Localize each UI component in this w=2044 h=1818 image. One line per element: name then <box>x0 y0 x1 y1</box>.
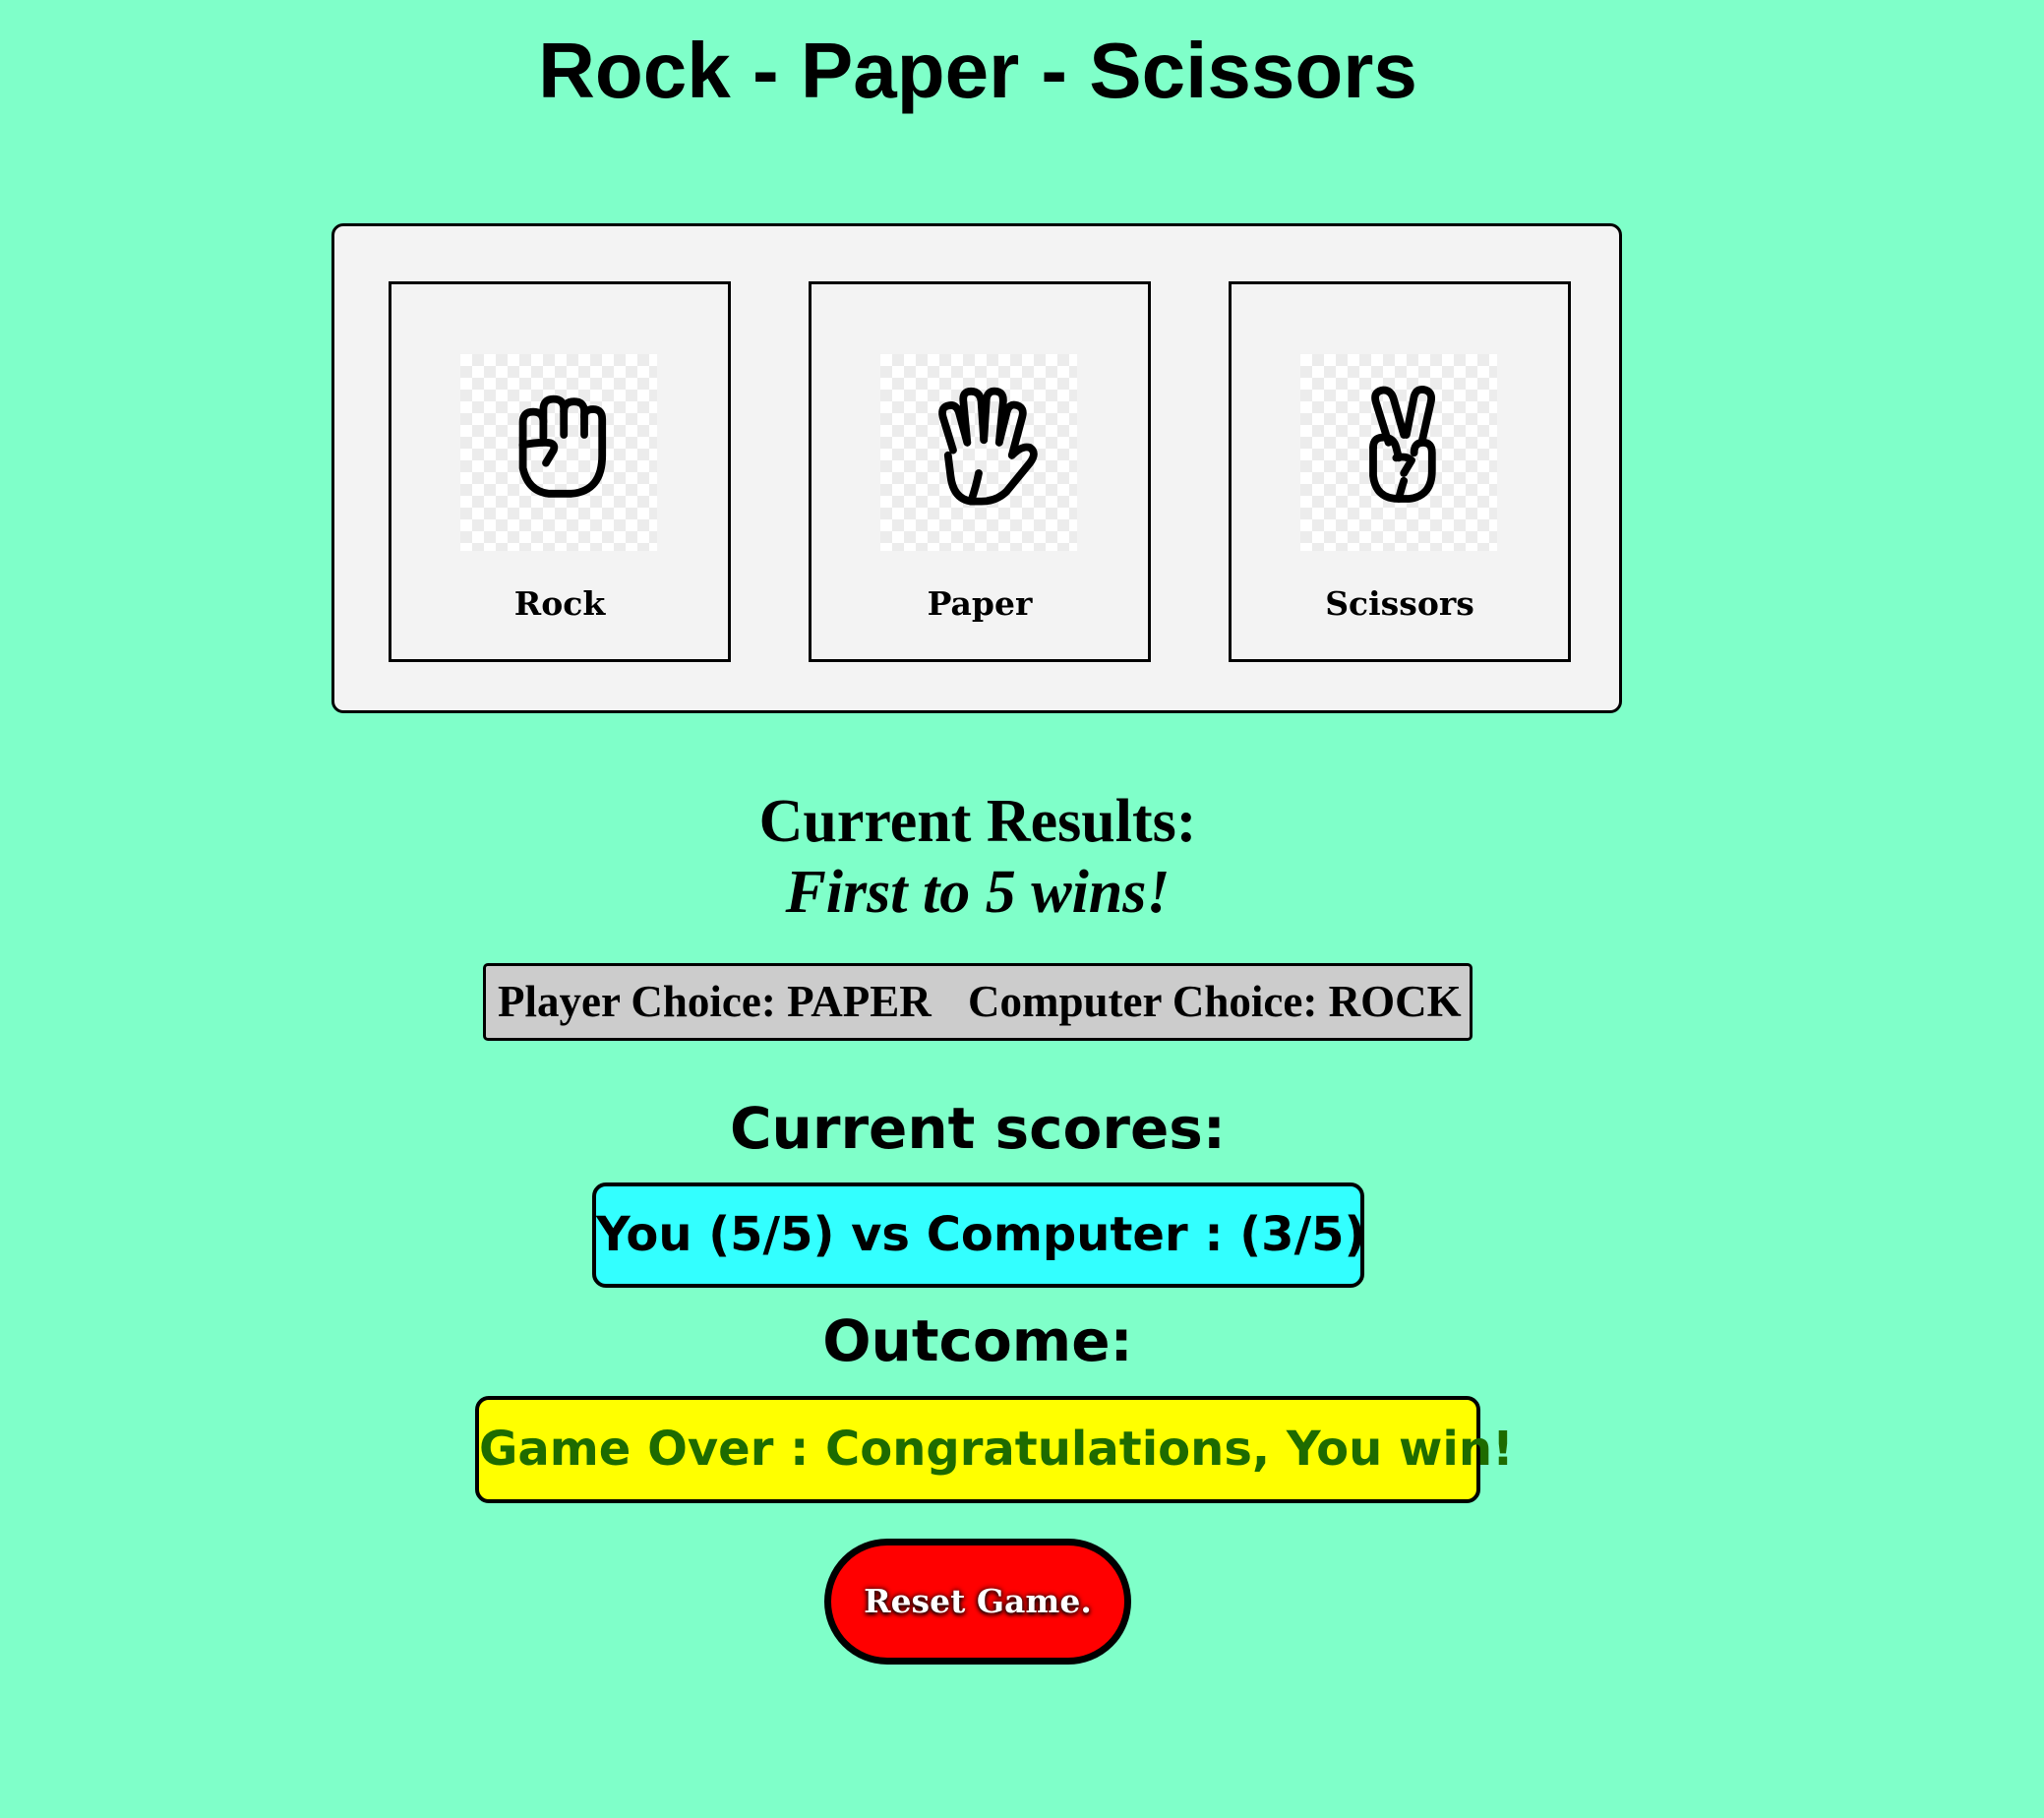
reset-game-button[interactable]: Reset Game. <box>824 1539 1131 1665</box>
rock-image <box>460 354 657 551</box>
rock-choice-button[interactable]: Rock <box>389 281 731 662</box>
outcome-heading: Outcome: <box>822 1307 1133 1374</box>
choices-display: Player Choice: PAPER Computer Choice: RO… <box>483 963 1473 1041</box>
scissors-label: Scissors <box>1325 584 1474 623</box>
player-choice-text: Player Choice: PAPER <box>498 977 932 1026</box>
paper-image <box>880 354 1077 551</box>
rock-label: Rock <box>513 584 606 623</box>
outcome-display: Game Over : Congratulations, You win! <box>475 1396 1514 1503</box>
score-display: You (5/5) vs Computer : (3/5) <box>592 1182 1365 1288</box>
peace-hand-icon <box>1369 386 1436 503</box>
results-subheading: First to 5 wins! <box>785 859 1171 926</box>
paper-label: Paper <box>927 584 1033 623</box>
computer-choice-text: Computer Choice: ROCK <box>968 977 1462 1026</box>
open-hand-icon <box>938 387 1038 506</box>
choice-panel: Rock Paper Scissors <box>331 223 1622 713</box>
scissors-image <box>1300 354 1497 551</box>
paper-choice-button[interactable]: Paper <box>809 281 1151 662</box>
scores-heading: Current scores: <box>729 1095 1227 1162</box>
page-title: Rock - Paper - Scissors <box>538 27 1417 114</box>
fist-icon <box>518 394 607 498</box>
scissors-choice-button[interactable]: Scissors <box>1229 281 1571 662</box>
results-heading: Current Results: <box>758 788 1197 855</box>
